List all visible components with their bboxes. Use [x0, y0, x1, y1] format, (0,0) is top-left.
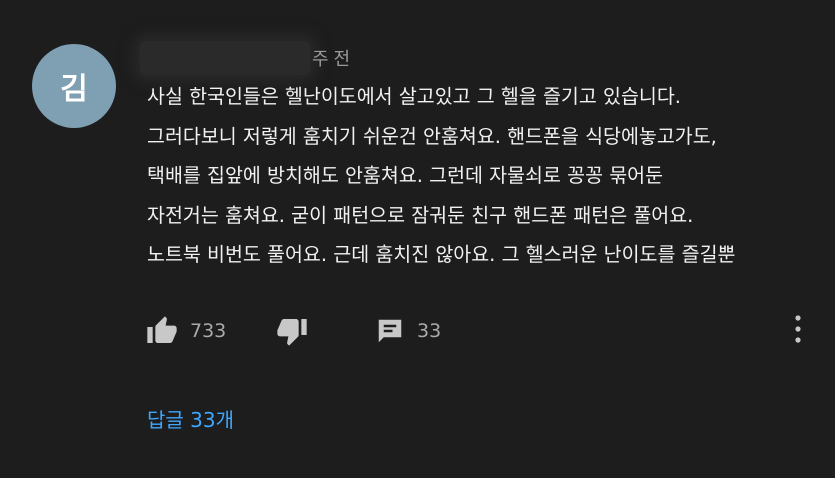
dislike-button[interactable]	[276, 309, 308, 353]
comment-text: 사실 한국인들은 헬난이도에서 살고있고 그 헬을 즐기고 있습니다. 그러다보…	[147, 77, 827, 275]
view-replies-link[interactable]: 답글 33개	[147, 404, 234, 433]
avatar-initial: 김	[60, 72, 88, 107]
reply-button[interactable]: 33	[375, 309, 441, 353]
comment-actions: 733 33	[0, 309, 835, 353]
comment-line: 사실 한국인들은 헬난이도에서 살고있고 그 헬을 즐기고 있습니다.	[147, 85, 681, 108]
author-name-suffix: 주전	[312, 49, 356, 70]
like-count: 733	[190, 320, 227, 342]
thumbs-up-icon	[146, 315, 178, 347]
comment-line: 그러다보니 저렇게 훔치기 쉬운건 안훔쳐요. 핸드폰을 식당에놓고가도,	[147, 124, 717, 148]
author-name-redacted[interactable]	[140, 41, 310, 75]
comment-icon	[375, 316, 405, 346]
comment-line: 노트북 비번도 풀어요. 근데 훔치진 않아요. 그 헬스러운 난이도를 즐길뿐	[147, 243, 736, 266]
reply-count: 33	[417, 320, 442, 342]
avatar[interactable]: 김	[32, 44, 116, 128]
thumbs-down-icon	[276, 315, 308, 347]
comment-line: 자전거는 훔쳐요. 굳이 패턴으로 잠궈둔 친구 핸드폰 패턴은 풀어요.	[147, 203, 694, 227]
more-vertical-icon	[793, 314, 803, 348]
comment-header: 주전	[140, 38, 355, 78]
comment-line: 택배를 집앞에 방치해도 안훔쳐요. 그런데 자물쇠로 꽁꽁 묶어둔	[147, 164, 664, 187]
like-button[interactable]: 733	[146, 309, 226, 353]
more-options-button[interactable]	[783, 306, 813, 356]
